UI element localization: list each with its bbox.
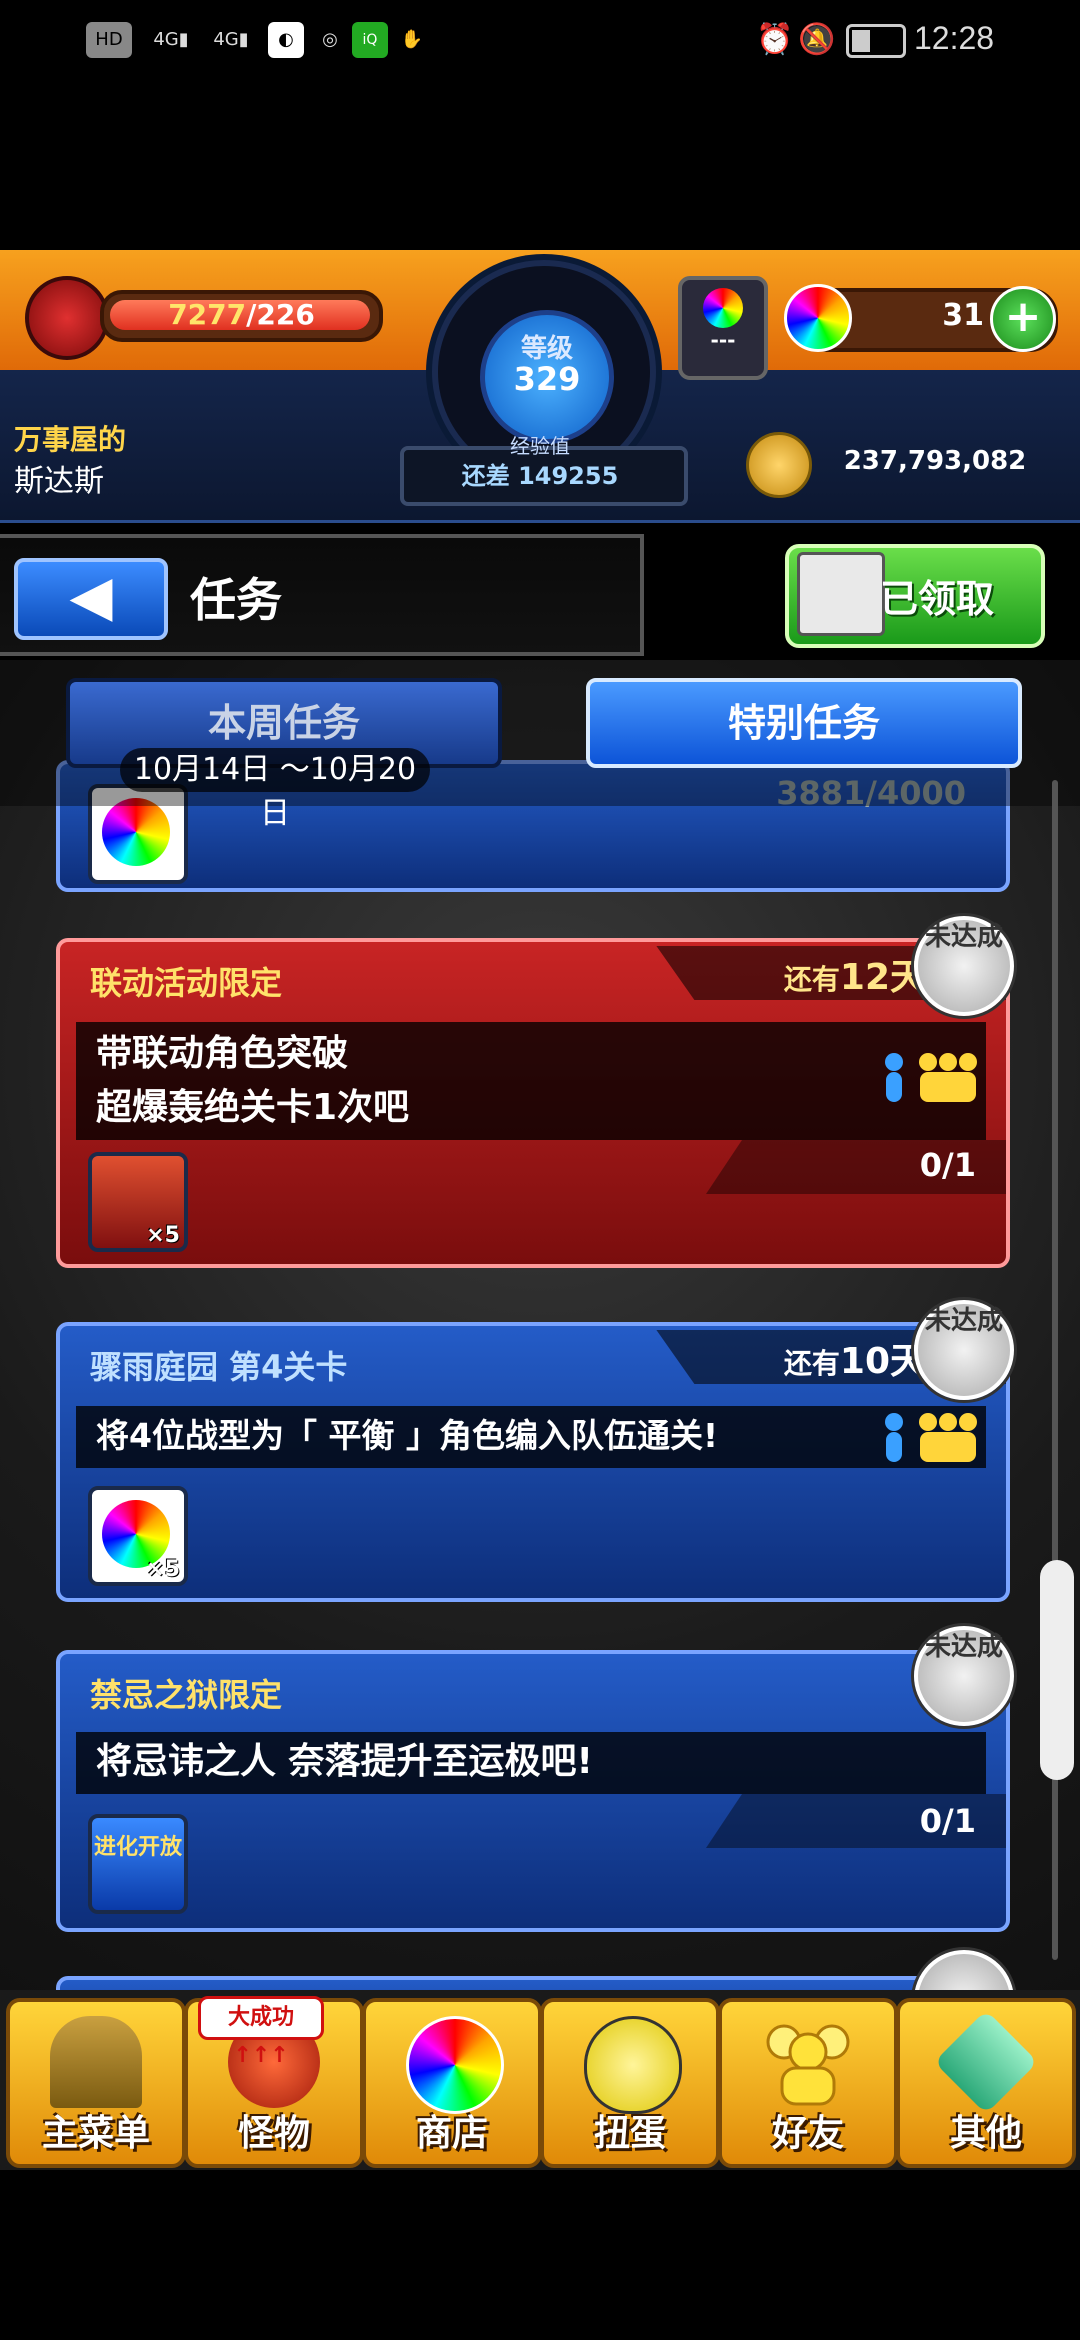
- nav-monsters[interactable]: 大成功↑↑↑ 怪物: [184, 1996, 364, 2168]
- alarm-icon: ⏰: [756, 22, 794, 57]
- date-range: 10月14日 ～10月20日: [120, 748, 430, 831]
- mission-text-line1: 将忌讳之人 奈落提升至运极吧!: [96, 1741, 593, 1782]
- not-achieved-stamp: 未达成: [914, 1626, 1014, 1726]
- scrollbar-track[interactable]: [1052, 780, 1058, 1960]
- mission-category: 禁忌之狱限定: [90, 1676, 283, 1714]
- orb-icon: [406, 2016, 504, 2114]
- rank-value: 329: [513, 360, 581, 398]
- nav-friends[interactable]: 好友: [718, 1998, 898, 2168]
- gold-coin-icon: [746, 432, 812, 498]
- scrollbar-thumb[interactable]: [1040, 1560, 1074, 1780]
- question-icon: [933, 2009, 1039, 2115]
- stamina-max: /226: [246, 298, 315, 331]
- team-icon: [878, 1410, 978, 1470]
- back-arrow-icon: ◀: [69, 564, 113, 629]
- battery-icon: [846, 24, 906, 58]
- mission-category: 骤雨庭园 第4关卡: [90, 1348, 348, 1386]
- egg-icon: [584, 2016, 682, 2114]
- signal-4g-icon: 4G▮: [213, 29, 249, 50]
- mission-card-prison: 禁忌之狱限定 将忌讳之人 奈落提升至运极吧! 0/1 进化开放: [56, 1650, 1010, 1932]
- stamina-bar: 7277/226: [100, 290, 383, 342]
- player-name: 斯达斯: [14, 464, 104, 499]
- book-icon: [797, 552, 885, 636]
- days-left: 还有12天: [783, 957, 926, 998]
- gold-value: 237,793,082: [843, 446, 1027, 476]
- mute-icon: 🔕: [798, 22, 836, 57]
- mission-card-collab: 联动活动限定 还有12天 带联动角色突破 超爆轰绝关卡1次吧 0/1 ×5: [56, 938, 1010, 1268]
- app-icon: ◐: [268, 22, 304, 58]
- player-title: 万事屋的: [14, 423, 127, 456]
- stamina-value: 7277: [168, 298, 247, 331]
- reward-evolution-icon[interactable]: 进化开放: [88, 1814, 188, 1914]
- claimed-label: 已领取: [880, 577, 995, 621]
- exp-remaining: 还差 149255: [461, 462, 619, 490]
- not-achieved-stamp: 未达成: [914, 916, 1014, 1016]
- not-achieved-stamp: 未达成: [914, 1300, 1014, 1400]
- title-bar: ◀ 任务 已领取: [0, 530, 1080, 660]
- mission-list[interactable]: 3881/4000 本周任务 特别任务 10月14日 ～10月20日 联动活动限…: [0, 660, 1080, 1990]
- nav-other[interactable]: 其他: [896, 1998, 1076, 2168]
- team-icon: [878, 1048, 978, 1108]
- mission-progress: 0/1: [919, 1802, 976, 1840]
- mission-card-stage: 骤雨庭园 第4关卡 还有10天 将4位战型为「 平衡 」角色编入队伍通关! ×5: [56, 1322, 1010, 1602]
- clock: 12:28: [914, 20, 995, 56]
- signal-4g-icon: 4G▮: [153, 29, 189, 50]
- back-button[interactable]: ◀: [14, 558, 168, 640]
- orb-icon: [784, 284, 852, 352]
- player-header: 7277/226 等级 329 --- 31 + 万事屋的 斯达斯 经验值 还差…: [0, 250, 1080, 523]
- buy-orbs-button[interactable]: +: [990, 286, 1056, 352]
- hand-icon: ✋: [400, 29, 424, 50]
- nav-gacha[interactable]: 扭蛋: [540, 1998, 720, 2168]
- mission-card: [56, 1976, 1010, 1990]
- mission-text-line1: 带联动角色突破: [96, 1033, 349, 1074]
- tab-special[interactable]: 特别任务: [586, 678, 1022, 768]
- nav-shop[interactable]: 商店: [362, 1998, 542, 2168]
- great-success-badge: 大成功↑↑↑: [198, 1996, 324, 2068]
- page-title: 任务: [190, 573, 282, 627]
- not-achieved-stamp: [914, 1950, 1014, 1990]
- hd-icon: HD: [86, 22, 132, 58]
- gate-icon: [50, 2016, 142, 2108]
- friends-icon: [762, 2016, 854, 2108]
- tab-bar: 本周任务 特别任务 10月14日 ～10月20日: [0, 660, 1080, 831]
- orb-count: 31: [942, 298, 984, 333]
- exp-label: 经验值: [510, 434, 570, 458]
- lock-text: ---: [710, 328, 736, 352]
- mission-progress: 0/1: [919, 1146, 976, 1184]
- mission-category: 联动活动限定: [90, 964, 283, 1002]
- reward-orb-icon[interactable]: ×5: [88, 1486, 188, 1586]
- mission-text-line2: 超爆轰绝关卡1次吧: [96, 1087, 410, 1128]
- mission-text-line1: 将4位战型为「 平衡 」角色编入队伍通关!: [96, 1416, 718, 1455]
- lock-icon[interactable]: ---: [678, 276, 768, 380]
- iqiyi-icon: iQ: [352, 22, 388, 58]
- reward-character-icon[interactable]: ×5: [88, 1152, 188, 1252]
- stamina-icon: [25, 276, 109, 360]
- nav-main-menu[interactable]: 主菜单: [6, 1998, 186, 2168]
- days-left: 还有10天: [783, 1341, 926, 1382]
- wechat-icon: ◎: [322, 29, 338, 50]
- bottom-nav: 主菜单 大成功↑↑↑ 怪物 商店 扭蛋 好友 其他: [0, 1990, 1080, 2170]
- status-bar: HD 4G▮ 4G▮ ◐ ◎ iQ ✋ ⏰ 🔕 12:28: [0, 0, 1080, 80]
